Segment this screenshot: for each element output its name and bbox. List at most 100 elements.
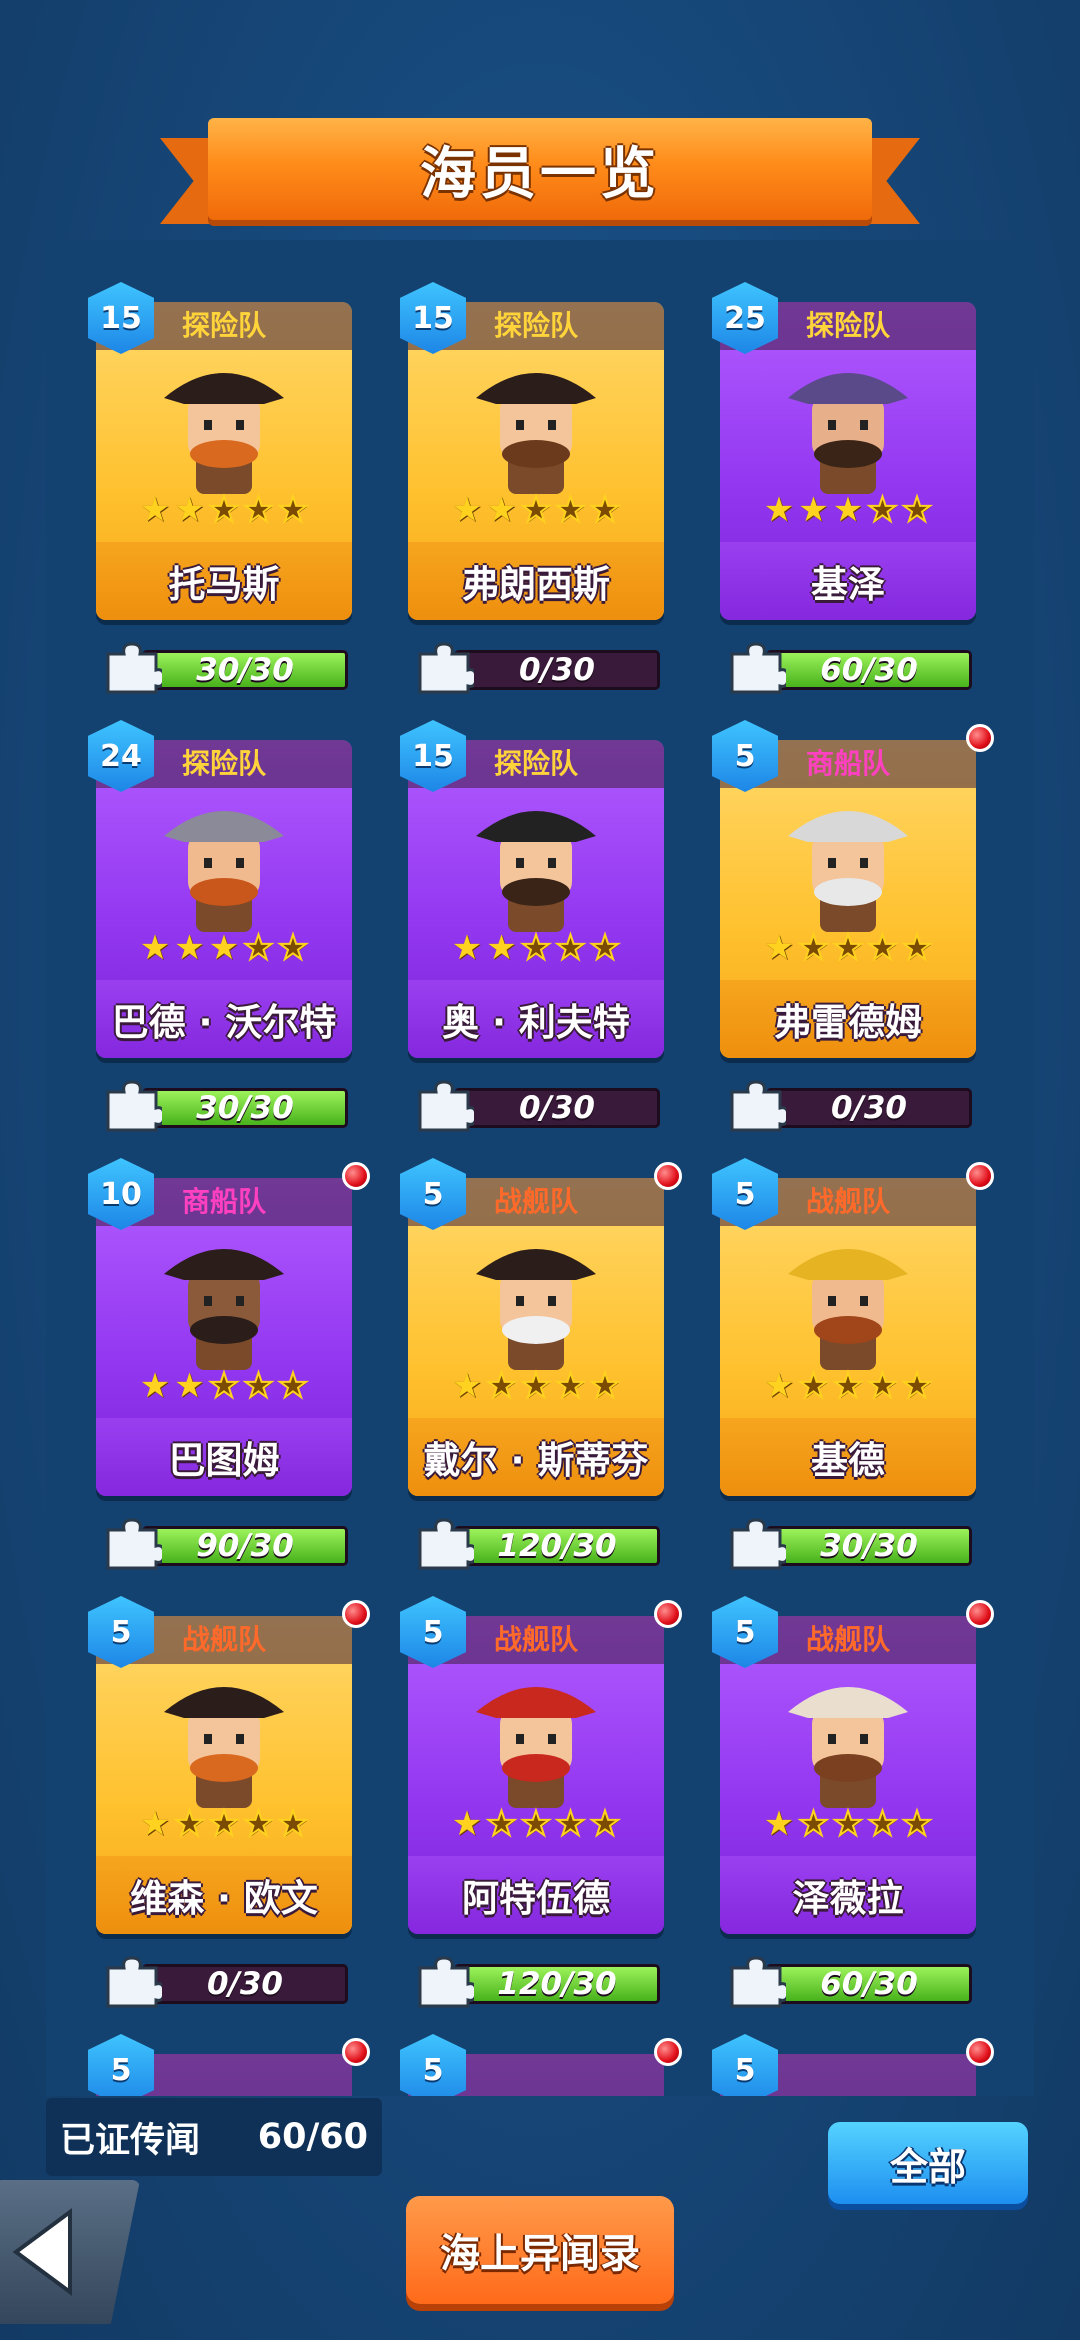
ribbon-band: 海员一览 [208, 118, 872, 220]
level-value: 5 [734, 1176, 756, 1212]
crew-card[interactable]: 战舰队 ★ ★ ★ ★ ★ 维森 · 欧文 5 0/30 [88, 1596, 370, 2008]
puzzle-piece-icon [418, 642, 474, 694]
puzzle-piece-icon [730, 1080, 786, 1132]
crew-card[interactable]: 探险队 ★ ★ ★ ★ ★ 弗朗西斯 15 0/30 [400, 282, 664, 694]
progress-count: 30/30 [196, 652, 294, 688]
star-icon: ★ [139, 928, 171, 968]
crew-portrait-pirate-captain [164, 1687, 284, 1808]
fragment-progress: 120/30 [414, 1954, 660, 2008]
crew-card[interactable]: 5 [400, 2034, 682, 2096]
crew-card[interactable]: 探险队 ★ ★ ★ ★ ★ 托马斯 15 30/30 [88, 282, 352, 694]
crew-card-frame: 战舰队 ★ ★ ★ ★ ★ 戴尔 · 斯蒂芬 [408, 1178, 664, 1496]
star-icon: ★ [208, 489, 241, 531]
crew-name-bar: 基德 [720, 1418, 976, 1496]
crew-card[interactable]: 探险队 ★ ★ ★ ★ ★ 奥 · 利夫特 15 0/30 [400, 720, 664, 1132]
puzzle-piece-icon [418, 1080, 474, 1132]
sea-legends-button[interactable]: 海上异闻录 [406, 2196, 674, 2304]
title-ribbon: 海员一览 [160, 112, 920, 228]
page-title: 海员一览 [420, 141, 660, 207]
crew-name: 巴图姆 [168, 1439, 280, 1482]
fragment-progress: 0/30 [102, 1954, 348, 2008]
level-value: 15 [100, 300, 142, 336]
crew-name: 弗雷德姆 [774, 1001, 922, 1044]
star-icon: ★ [139, 490, 171, 530]
star-icon: ★ [451, 1366, 483, 1406]
crew-card-frame: 战舰队 ★ ★ ★ ★ ★ 泽薇拉 [720, 1616, 976, 1934]
crew-card[interactable]: 战舰队 ★ ★ ★ ★ ★ 阿特伍德 5 120/30 [400, 1596, 682, 2008]
crew-name-bar: 阿特伍德 [408, 1856, 664, 1934]
level-value: 15 [412, 300, 454, 336]
fragment-progress: 90/30 [102, 1516, 348, 1570]
star-icon: ★ [832, 927, 865, 969]
sea-legends-label: 海上异闻录 [440, 2231, 640, 2277]
crew-card[interactable]: 探险队 ★ ★ ★ ★ ★ 基泽 25 60/30 [712, 282, 976, 694]
crew-card[interactable]: 商船队 ★ ★ ★ ★ ★ 巴图姆 10 90/30 [88, 1158, 370, 1570]
puzzle-piece-icon [106, 1518, 162, 1570]
progress-count: 60/30 [820, 1966, 918, 2002]
star-icon: ★ [832, 1803, 865, 1845]
crew-card[interactable]: 战舰队 ★ ★ ★ ★ ★ 基德 5 30/30 [712, 1158, 994, 1570]
fragment-progress: 30/30 [102, 640, 348, 694]
star-icon: ★ [139, 1804, 171, 1844]
star-icon: ★ [797, 927, 830, 969]
crew-card[interactable]: 5 [88, 2034, 370, 2096]
notification-dot-icon [966, 1600, 994, 1628]
star-icon: ★ [242, 927, 275, 969]
notification-dot-icon [654, 1162, 682, 1190]
crew-card-frame: 探险队 ★ ★ ★ ★ ★ 奥 · 利夫特 [408, 740, 664, 1058]
star-rating: ★ ★ ★ ★ ★ [720, 1803, 976, 1845]
progress-count: 90/30 [196, 1528, 294, 1564]
crew-card-frame: 战舰队 ★ ★ ★ ★ ★ 阿特伍德 [408, 1616, 664, 1934]
star-icon: ★ [901, 927, 934, 969]
star-icon: ★ [832, 1365, 865, 1407]
crew-grid-panel[interactable]: 探险队 ★ ★ ★ ★ ★ 托马斯 15 30/30 探险队 ★ ★ ★ ★ ★ 弗朗西斯 15 0/30 探险队 ★… [46, 240, 1034, 2096]
summary-value: 60/60 [257, 2117, 368, 2157]
star-icon: ★ [797, 1365, 830, 1407]
star-rating: ★ ★ ★ ★ ★ [720, 927, 976, 969]
crew-portrait-pirate-captain [164, 373, 284, 494]
puzzle-piece-icon [418, 1956, 474, 2008]
star-rating: ★ ★ ★ ★ ★ [720, 1365, 976, 1407]
notification-dot-icon [966, 724, 994, 752]
crew-portrait-wizard [788, 373, 908, 494]
crew-name: 奥 · 利夫特 [442, 1001, 630, 1044]
crew-name: 戴尔 · 斯蒂芬 [423, 1439, 649, 1482]
summary-box: 已证传闻 60/60 [46, 2098, 382, 2176]
level-value: 24 [100, 738, 142, 774]
star-icon: ★ [242, 489, 275, 531]
star-icon: ★ [589, 1803, 622, 1845]
star-icon: ★ [451, 928, 483, 968]
back-button[interactable] [0, 2180, 140, 2324]
notification-dot-icon [966, 2038, 994, 2066]
crew-card[interactable]: 探险队 ★ ★ ★ ★ ★ 巴德 · 沃尔特 24 30/30 [88, 720, 352, 1132]
level-badge: 5 [88, 2034, 154, 2096]
crew-portrait-bearded-pirate [476, 373, 596, 494]
star-icon: ★ [485, 1803, 518, 1845]
puzzle-piece-icon [730, 642, 786, 694]
crew-card-frame: 战舰队 ★ ★ ★ ★ ★ 基德 [720, 1178, 976, 1496]
all-filter-label: 全部 [889, 2144, 966, 2189]
fragment-progress: 60/30 [726, 1954, 972, 2008]
crew-portrait-admiral [476, 1249, 596, 1370]
all-filter-button[interactable]: 全部 [828, 2122, 1028, 2204]
crew-name-bar: 泽薇拉 [720, 1856, 976, 1934]
star-icon: ★ [901, 489, 934, 531]
star-icon: ★ [173, 1803, 206, 1845]
fragment-progress: 60/30 [726, 640, 972, 694]
crew-portrait-cowboy [476, 811, 596, 932]
crew-card[interactable]: 战舰队 ★ ★ ★ ★ ★ 泽薇拉 5 60/30 [712, 1596, 994, 2008]
puzzle-piece-icon [730, 1518, 786, 1570]
crew-card[interactable]: 战舰队 ★ ★ ★ ★ ★ 戴尔 · 斯蒂芬 5 120/30 [400, 1158, 682, 1570]
star-icon: ★ [866, 1803, 899, 1845]
crew-card-frame: 探险队 ★ ★ ★ ★ ★ 巴德 · 沃尔特 [96, 740, 352, 1058]
notification-dot-icon [342, 1600, 370, 1628]
crew-card[interactable]: 商船队 ★ ★ ★ ★ ★ 弗雷德姆 5 0/30 [712, 720, 994, 1132]
crew-card[interactable]: 5 [712, 2034, 994, 2096]
star-rating: ★ ★ ★ ★ ★ [96, 927, 352, 969]
star-icon: ★ [589, 927, 622, 969]
star-icon: ★ [174, 928, 205, 968]
puzzle-piece-icon [106, 642, 162, 694]
crew-card-frame: 探险队 ★ ★ ★ ★ ★ 弗朗西斯 [408, 302, 664, 620]
star-icon: ★ [589, 489, 622, 531]
crew-name-bar: 弗雷德姆 [720, 980, 976, 1058]
